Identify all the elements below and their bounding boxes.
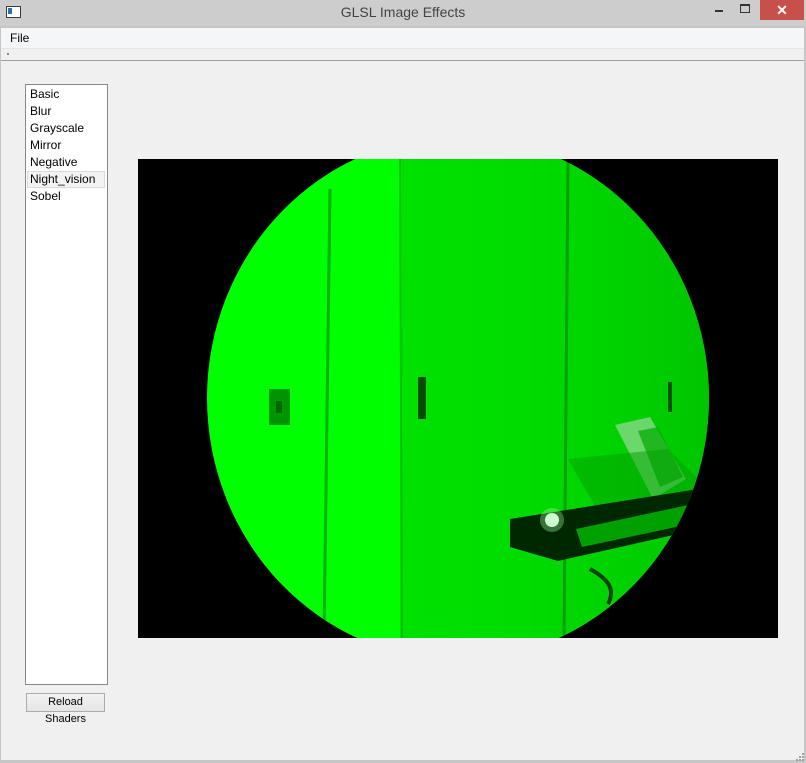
door-latch — [418, 377, 426, 419]
close-button[interactable]: ✕ — [760, 0, 804, 20]
maximize-button[interactable] — [732, 0, 758, 20]
shader-item-blur[interactable]: Blur — [27, 103, 105, 120]
main-panel: Basic Blur Grayscale Mirror Negative Nig… — [1, 61, 804, 760]
toolbar — [1, 49, 804, 61]
shader-list[interactable]: Basic Blur Grayscale Mirror Negative Nig… — [25, 84, 108, 685]
shader-item-mirror[interactable]: Mirror — [27, 137, 105, 154]
app-window: GLSL Image Effects ✕ File Basic Blur Gra… — [0, 0, 806, 763]
shader-item-sobel[interactable]: Sobel — [27, 188, 105, 205]
shader-item-grayscale[interactable]: Grayscale — [27, 120, 105, 137]
shader-item-negative[interactable]: Negative — [27, 154, 105, 171]
title-bar[interactable]: GLSL Image Effects ✕ — [0, 0, 806, 26]
reload-shaders-button[interactable]: Reload Shaders — [26, 693, 105, 725]
resize-grip[interactable] — [794, 751, 804, 761]
minimize-button[interactable] — [706, 0, 732, 20]
image-viewport — [138, 159, 778, 638]
menu-file[interactable]: File — [10, 31, 29, 45]
shader-item-night-vision[interactable]: Night_vision — [27, 171, 105, 188]
shader-item-basic[interactable]: Basic — [27, 86, 105, 103]
window-title: GLSL Image Effects — [340, 4, 466, 20]
menu-bar: File — [1, 28, 804, 49]
night-vision-image — [138, 159, 778, 638]
close-icon: ✕ — [776, 2, 788, 18]
